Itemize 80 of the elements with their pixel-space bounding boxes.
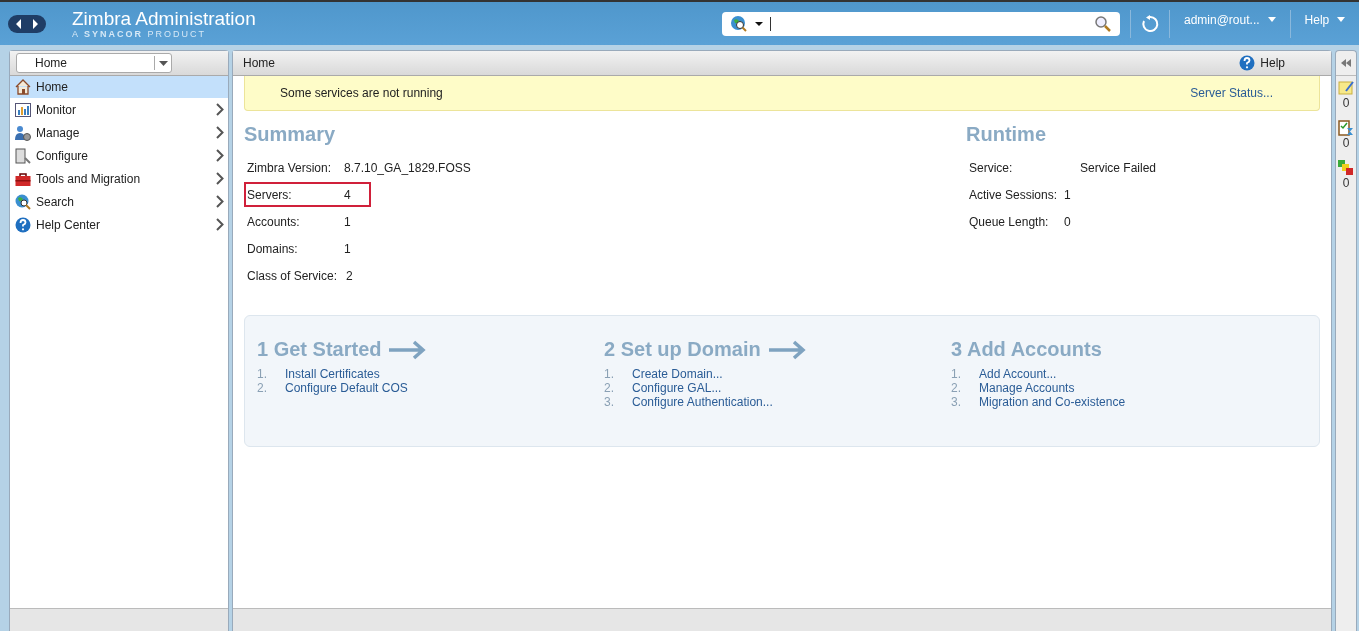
item-count: 0: [1342, 96, 1350, 110]
sidebar-item[interactable]: Manage: [10, 121, 228, 144]
breadcrumb-dropdown[interactable]: Home: [16, 53, 172, 73]
field-label: Zimbra Version:: [247, 160, 333, 175]
list-number: 1.: [257, 367, 268, 381]
field-value: 2: [346, 268, 353, 283]
item-count: 0: [1342, 176, 1350, 190]
list-number: 2.: [257, 381, 268, 395]
list-number: 1.: [951, 367, 962, 381]
step-link[interactable]: Manage Accounts: [979, 381, 1075, 395]
house-icon: [15, 79, 31, 95]
step-heading: 2 Set up Domain: [604, 338, 761, 361]
field-value: Service Failed: [1080, 160, 1157, 175]
field-label: Servers:: [247, 187, 293, 202]
sidebar-item[interactable]: Tools and Migration: [10, 167, 228, 190]
field-value: 1: [344, 241, 351, 256]
collapse-icon[interactable]: [1341, 59, 1351, 67]
alert-message: Some services are not running: [280, 86, 443, 100]
section-heading: Runtime: [966, 123, 1047, 146]
step-link[interactable]: Add Account...: [979, 367, 1057, 381]
chevron-right-icon: [216, 103, 224, 116]
panel-title: Home: [243, 56, 275, 70]
refresh-icon[interactable]: [1141, 14, 1159, 33]
field-value: 4: [344, 187, 351, 202]
note-icon[interactable]: [1338, 80, 1354, 96]
app-subtitle: A SYNACOR PRODUCT: [72, 28, 208, 39]
globe-search-icon: [15, 193, 31, 210]
chevron-right-icon: [216, 195, 224, 208]
arrow-right-icon: [768, 339, 807, 360]
search-icon[interactable]: [1094, 14, 1112, 33]
task-hourglass-icon[interactable]: [1338, 120, 1354, 136]
step-link[interactable]: Migration and Co-existence: [979, 395, 1126, 409]
field-value: 0: [1064, 214, 1071, 229]
step-link[interactable]: Configure Authentication...: [632, 395, 773, 409]
step-link[interactable]: Configure GAL...: [632, 381, 722, 395]
user-gear-icon: [15, 124, 31, 141]
arrow-right-icon: [389, 339, 428, 360]
item-count: 0: [1342, 136, 1350, 150]
sidebar-item[interactable]: Home: [10, 76, 228, 98]
chevron-right-icon: [216, 172, 224, 185]
chevron-right-icon: [216, 149, 224, 162]
chart-icon: [15, 101, 31, 118]
sidebar-item[interactable]: Monitor: [10, 98, 228, 121]
app-title: Zimbra Administration: [72, 8, 257, 29]
sidebar-item[interactable]: Search: [10, 190, 228, 213]
server-status-link[interactable]: Server Status...: [1190, 86, 1273, 100]
step-heading: 3 Add Accounts: [951, 338, 1102, 361]
step-link[interactable]: Install Certificates: [285, 367, 380, 381]
chevron-right-icon: [216, 218, 224, 231]
field-label: Active Sessions:: [969, 187, 1058, 202]
step-link[interactable]: Create Domain...: [632, 367, 723, 381]
list-number: 1.: [604, 367, 615, 381]
caret-icon[interactable]: [158, 60, 168, 66]
section-heading: Summary: [244, 123, 337, 146]
globe-search-icon[interactable]: [730, 14, 748, 33]
list-number: 3.: [604, 395, 615, 409]
step-link[interactable]: Configure Default COS: [285, 381, 408, 395]
field-label: Class of Service:: [247, 268, 338, 283]
field-label: Service:: [969, 160, 1014, 175]
sidebar-item[interactable]: Help Center: [10, 213, 228, 236]
list-number: 2.: [604, 381, 615, 395]
step-heading: 1 Get Started: [257, 338, 382, 361]
server-icon: [15, 147, 31, 164]
help-icon: [15, 216, 31, 233]
field-value: 1: [344, 214, 351, 229]
help-button[interactable]: Help: [1233, 54, 1291, 72]
field-label: Queue Length:: [969, 214, 1050, 229]
list-number: 2.: [951, 381, 962, 395]
field-label: Domains:: [247, 241, 299, 256]
squares-icon[interactable]: [1338, 160, 1354, 176]
field-value: 8.7.10_GA_1829.FOSS: [344, 160, 471, 175]
field-label: Accounts:: [247, 214, 301, 229]
sidebar-item[interactable]: Configure: [10, 144, 228, 167]
caret-icon[interactable]: [754, 20, 764, 27]
search-field[interactable]: [722, 11, 1120, 36]
chevron-right-icon: [216, 126, 224, 139]
field-value: 1: [1064, 187, 1071, 202]
toolbox-icon: [15, 170, 31, 187]
help-icon: [1239, 55, 1256, 71]
list-number: 3.: [951, 395, 962, 409]
